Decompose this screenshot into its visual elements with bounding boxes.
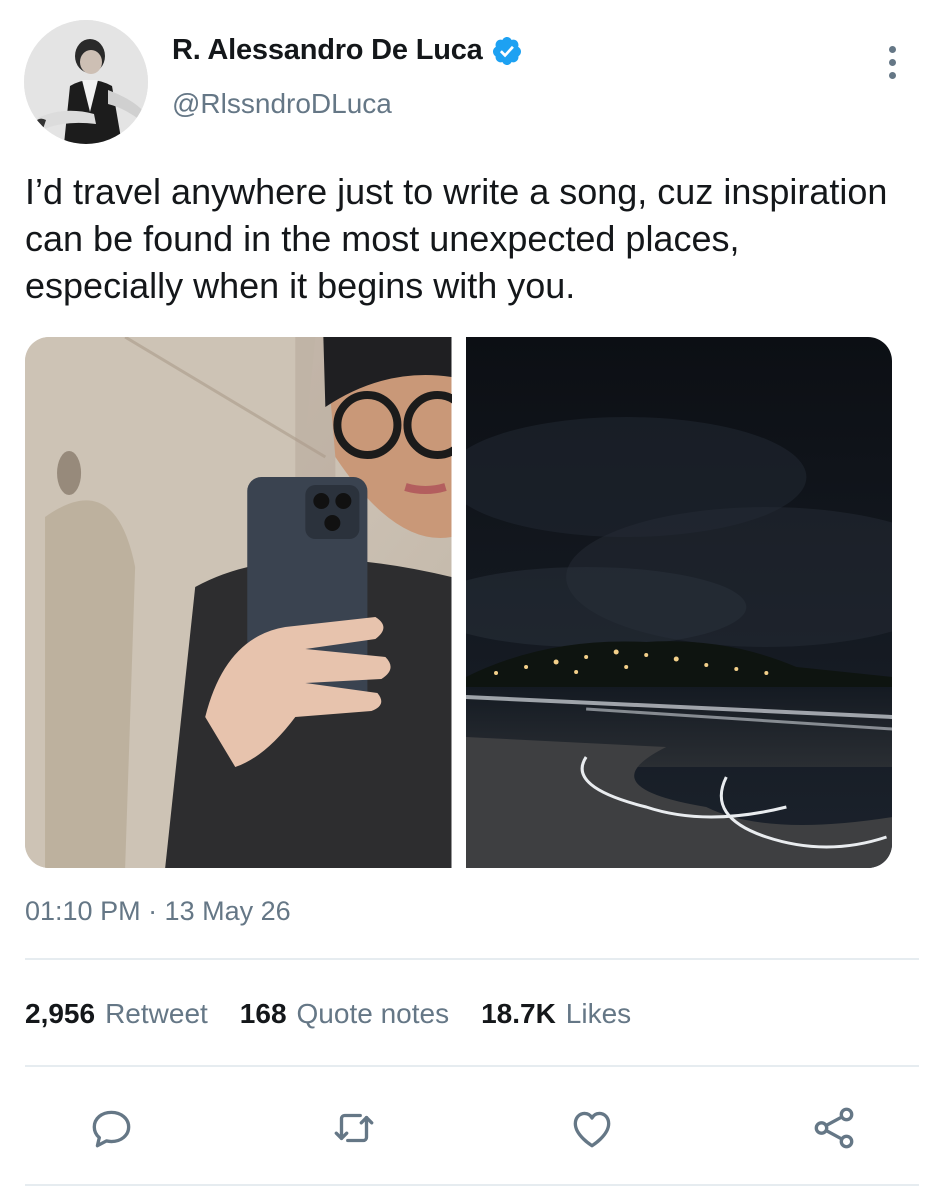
heart-icon[interactable] [564,1100,620,1156]
divider [25,1184,919,1186]
media-grid [25,337,892,868]
likes-stat[interactable]: 18.7K Likes [481,998,631,1030]
likes-count: 18.7K [481,998,556,1029]
media-photo-selfie[interactable] [25,337,452,868]
retweets-stat[interactable]: 2,956 Retweet [25,998,208,1030]
action-bar [0,1100,944,1156]
quotes-stat[interactable]: 168 Quote notes [240,998,449,1030]
media-photo-beach[interactable] [465,337,892,868]
share-icon[interactable] [806,1100,862,1156]
engagement-stats: 2,956 Retweet 168 Quote notes 18.7K Like… [25,998,631,1030]
verified-badge-icon [491,35,523,67]
divider [25,1065,919,1067]
tweet-text: I’d travel anywhere just to write a song… [25,171,888,306]
display-name[interactable]: R. Alessandro De Luca [172,34,483,67]
avatar[interactable] [24,20,148,144]
tweet-card: R. Alessandro De Luca @RlssndroDLuca I’d… [0,0,944,1200]
divider [25,958,919,960]
retweet-icon[interactable] [326,1100,382,1156]
reply-icon[interactable] [84,1100,140,1156]
more-vertical-icon[interactable] [872,42,912,82]
retweets-count: 2,956 [25,998,96,1029]
retweets-label: Retweet [105,998,208,1029]
author-handle[interactable]: @RlssndroDLuca [172,88,392,120]
avatar-image [24,20,148,144]
quotes-count: 168 [239,998,287,1029]
tweet-timestamp[interactable]: 01:10 PM · 13 May 26 [25,896,291,927]
quotes-label: Quote notes [296,998,450,1029]
likes-label: Likes [565,998,632,1029]
author-name-row[interactable]: R. Alessandro De Luca [172,34,523,67]
